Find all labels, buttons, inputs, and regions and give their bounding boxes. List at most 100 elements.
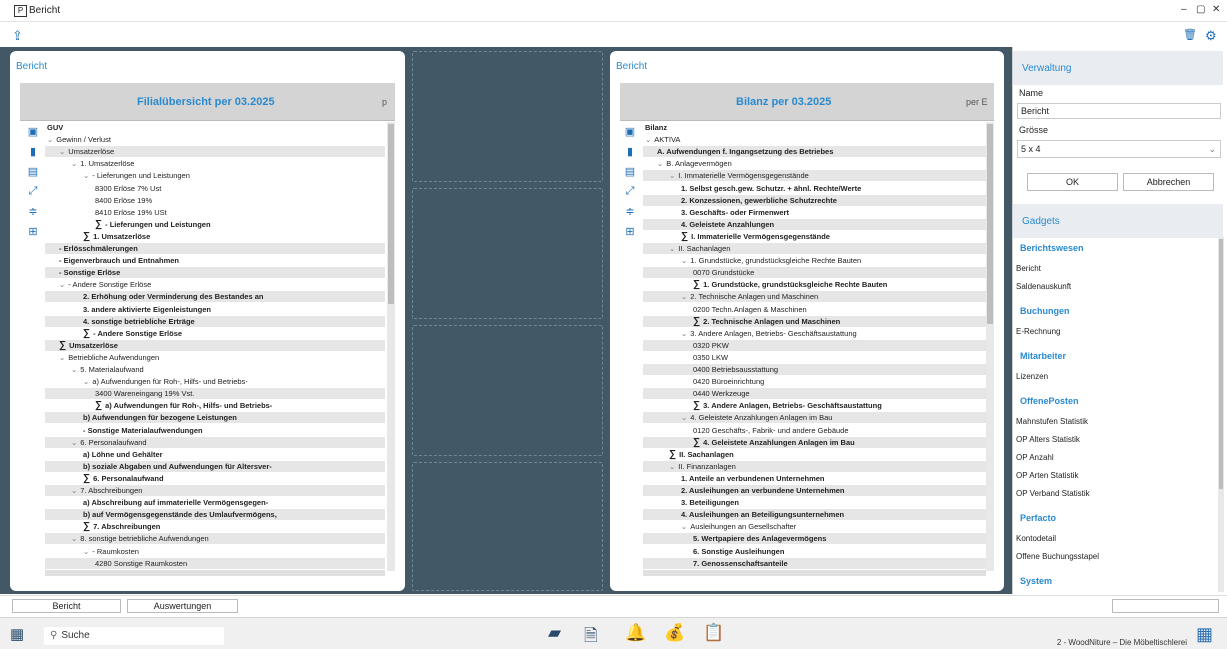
- bottom-field[interactable]: [1112, 599, 1219, 613]
- search-input[interactable]: ⚲ Suche: [44, 627, 224, 645]
- tree-row[interactable]: ∑ a) Aufwendungen für Roh-, Hilfs- und Be…: [45, 400, 385, 411]
- tree-row[interactable]: ⌄ Gewinn / Verlust: [45, 134, 385, 145]
- gadget-item[interactable]: OP Verband Statistik: [1016, 489, 1090, 498]
- tree-row[interactable]: 4. Ausleihungen an Beteiligungsunternehm…: [643, 509, 986, 521]
- tree-row[interactable]: 0120 Geschäfts-, Fabrik- und andere Gebä…: [643, 425, 986, 436]
- upload-icon[interactable]: ⇪: [12, 28, 23, 44]
- tree-row[interactable]: ⌄ Betriebliche Aufwendungen: [45, 352, 385, 363]
- scrollbar-vertical[interactable]: [1218, 237, 1224, 592]
- tree-row[interactable]: 8400 Erlöse 19%: [45, 195, 385, 206]
- tree-row[interactable]: ⌄ 7. Abschreibungen: [45, 485, 385, 496]
- tree-row[interactable]: 0070 Grundstücke: [643, 267, 986, 279]
- tree-row[interactable]: 0400 Betriebsausstattung: [643, 364, 986, 375]
- tree-row[interactable]: 0440 Werkzeuge: [643, 388, 986, 400]
- tree-row[interactable]: ⌄ - Andere Sonstige Erlöse: [45, 279, 385, 290]
- tree-row[interactable]: a) Abschreibung auf immaterielle Vermöge…: [45, 497, 385, 508]
- tree-row[interactable]: ∑ - Andere Sonstige Erlöse: [45, 328, 385, 339]
- tree-row[interactable]: ∑ Umsatzerlöse: [45, 339, 385, 351]
- empty-tile[interactable]: [412, 325, 603, 456]
- tree-row[interactable]: ⌄ - Raumkosten: [45, 546, 385, 557]
- tree-row[interactable]: ⌄ AKTIVA: [643, 134, 986, 145]
- tree-row[interactable]: 4. Geleistete Anzahlungen: [643, 218, 986, 230]
- expand-icon[interactable]: ⤢: [620, 185, 640, 205]
- tree-row[interactable]: 3. andere aktivierte Eigenleistungen: [45, 304, 385, 315]
- money-bag-icon[interactable]: 💰: [664, 623, 685, 643]
- chevron-down-icon[interactable]: ⌄: [657, 159, 663, 168]
- tree-row[interactable]: ∑ 4. Geleistete Anzahlungen Anlagen im Ba…: [643, 436, 986, 448]
- gadget-item[interactable]: Kontodetail: [1016, 534, 1056, 543]
- trash-icon[interactable]: 🗑: [1183, 28, 1197, 41]
- empty-tile[interactable]: [412, 51, 603, 182]
- collapse-rows-icon[interactable]: ≑: [23, 205, 43, 225]
- tree-row[interactable]: 7. Genossenschaftsanteile: [643, 557, 986, 569]
- tree-row[interactable]: ∑ 2. Technische Anlagen und Maschinen: [643, 315, 986, 327]
- tree-row[interactable]: 0350 LKW: [643, 352, 986, 363]
- tree-row[interactable]: b) soziale Abgaben und Aufwendungen für …: [45, 460, 385, 472]
- tree-row[interactable]: 8300 Erlöse 7% Ust: [45, 183, 385, 194]
- tree-row[interactable]: ∑ 3. Andere Anlagen, Betriebs- Geschäftsa…: [643, 400, 986, 411]
- scrollbar-vertical[interactable]: [387, 122, 395, 571]
- document-edit-icon[interactable]: 🗎: [584, 623, 598, 649]
- chevron-down-icon[interactable]: ⌄: [47, 135, 53, 144]
- gadget-group[interactable]: Mitarbeiter: [1020, 351, 1066, 361]
- name-input[interactable]: Bericht: [1017, 103, 1221, 119]
- tree-row[interactable]: 6. Sonstige Ausleihungen: [643, 546, 986, 557]
- gadget-item[interactable]: Mahnstufen Statistik: [1016, 417, 1088, 426]
- chevron-down-icon[interactable]: ⌄: [681, 413, 687, 422]
- close-icon[interactable]: ✕: [1212, 4, 1220, 15]
- grid-view-icon[interactable]: ▦: [1196, 624, 1213, 645]
- tab-bericht[interactable]: Bericht: [12, 599, 121, 613]
- chevron-down-icon[interactable]: ⌄: [681, 292, 687, 301]
- scrollbar-thumb[interactable]: [1219, 239, 1223, 489]
- clipboard-icon[interactable]: ▮: [620, 145, 640, 165]
- tree-row[interactable]: ⌄ I. Immaterielle Vermögensgegenstände: [643, 170, 986, 182]
- gadget-item[interactable]: OP Alters Statistik: [1016, 435, 1080, 444]
- gadget-item[interactable]: Bericht: [1016, 264, 1041, 273]
- chevron-down-icon[interactable]: ⌄: [71, 486, 77, 495]
- chevron-down-icon[interactable]: ⌄: [681, 256, 687, 265]
- gadget-item[interactable]: OP Anzahl: [1016, 453, 1054, 462]
- gadget-item[interactable]: Saldenauskunft: [1016, 282, 1071, 291]
- tab-auswertungen[interactable]: Auswertungen: [127, 599, 238, 613]
- tree-row[interactable]: 3. Geschäfts- oder Firmenwert: [643, 207, 986, 218]
- tree-row[interactable]: 1. Selbst gesch.gew. Schutzr. + ähnl. Re…: [643, 183, 986, 194]
- tree-row[interactable]: ⌄ - Lieferungen und Leistungen: [45, 170, 385, 181]
- expand-icon[interactable]: ⤢: [23, 185, 43, 205]
- tree-row[interactable]: A. Aufwendungen f. Ingangsetzung des Bet…: [643, 146, 986, 158]
- chevron-down-icon[interactable]: ⌄: [71, 159, 77, 168]
- chevron-down-icon[interactable]: ⌄: [681, 522, 687, 531]
- clipboard-list-icon[interactable]: ▤: [620, 165, 640, 185]
- chevron-down-icon[interactable]: ⌄: [71, 534, 77, 543]
- book-icon[interactable]: ▰: [548, 623, 561, 643]
- tree-row[interactable]: - Eigenverbrauch und Entnahmen: [45, 255, 385, 266]
- tree-row[interactable]: 1. Anteile an verbundenen Unternehmen: [643, 473, 986, 484]
- chevron-down-icon[interactable]: ⌄: [59, 280, 65, 289]
- gadget-group[interactable]: System: [1020, 576, 1052, 586]
- tree-row[interactable]: ⌄ 5. Materialaufwand: [45, 364, 385, 375]
- tree-row[interactable]: ⌄ 3. Andere Anlagen, Betriebs- Geschäftsa…: [643, 328, 986, 339]
- excel-export-icon[interactable]: ▣: [620, 125, 640, 145]
- tree-icon[interactable]: ⊞: [23, 225, 43, 245]
- chevron-down-icon[interactable]: ⌄: [669, 462, 675, 471]
- scrollbar-vertical[interactable]: [986, 122, 994, 571]
- gadget-group[interactable]: Buchungen: [1020, 306, 1070, 316]
- gadget-item[interactable]: Offene Buchungsstapel: [1016, 552, 1099, 561]
- app-grid-icon[interactable]: ▦: [10, 625, 24, 643]
- tree-row[interactable]: Bilanz: [643, 122, 986, 133]
- gadget-group[interactable]: OffenePosten: [1020, 396, 1079, 406]
- tree-row[interactable]: ∑ I. Immaterielle Vermögensgegenstände: [643, 231, 986, 242]
- excel-export-icon[interactable]: ▣: [23, 125, 43, 145]
- minimize-icon[interactable]: –: [1181, 4, 1187, 15]
- tree-row[interactable]: ⌄ a) Aufwendungen für Roh-, Hilfs- und Be…: [45, 376, 385, 387]
- restore-icon[interactable]: ▢: [1196, 4, 1205, 15]
- tree-row[interactable]: ∑ 6. Personalaufwand: [45, 473, 385, 484]
- report-icon[interactable]: 📋: [703, 623, 724, 643]
- tree-row[interactable]: 4. sonstige betriebliche Erträge: [45, 315, 385, 327]
- tree-row[interactable]: 2. Ausleihungen an verbundene Unternehme…: [643, 485, 986, 496]
- chevron-down-icon[interactable]: ⌄: [59, 147, 65, 156]
- tree-row[interactable]: ⌄ 4. Geleistete Anzahlungen Anlagen im Ba…: [643, 412, 986, 424]
- tree-row[interactable]: - Sonstige Materialaufwendungen: [45, 425, 385, 436]
- gadget-item[interactable]: E-Rechnung: [1016, 327, 1060, 336]
- tree-row[interactable]: ⌄ 8. sonstige betriebliche Aufwendungen: [45, 533, 385, 545]
- tree-row[interactable]: 5. Wertpapiere des Anlagevermögens: [643, 533, 986, 545]
